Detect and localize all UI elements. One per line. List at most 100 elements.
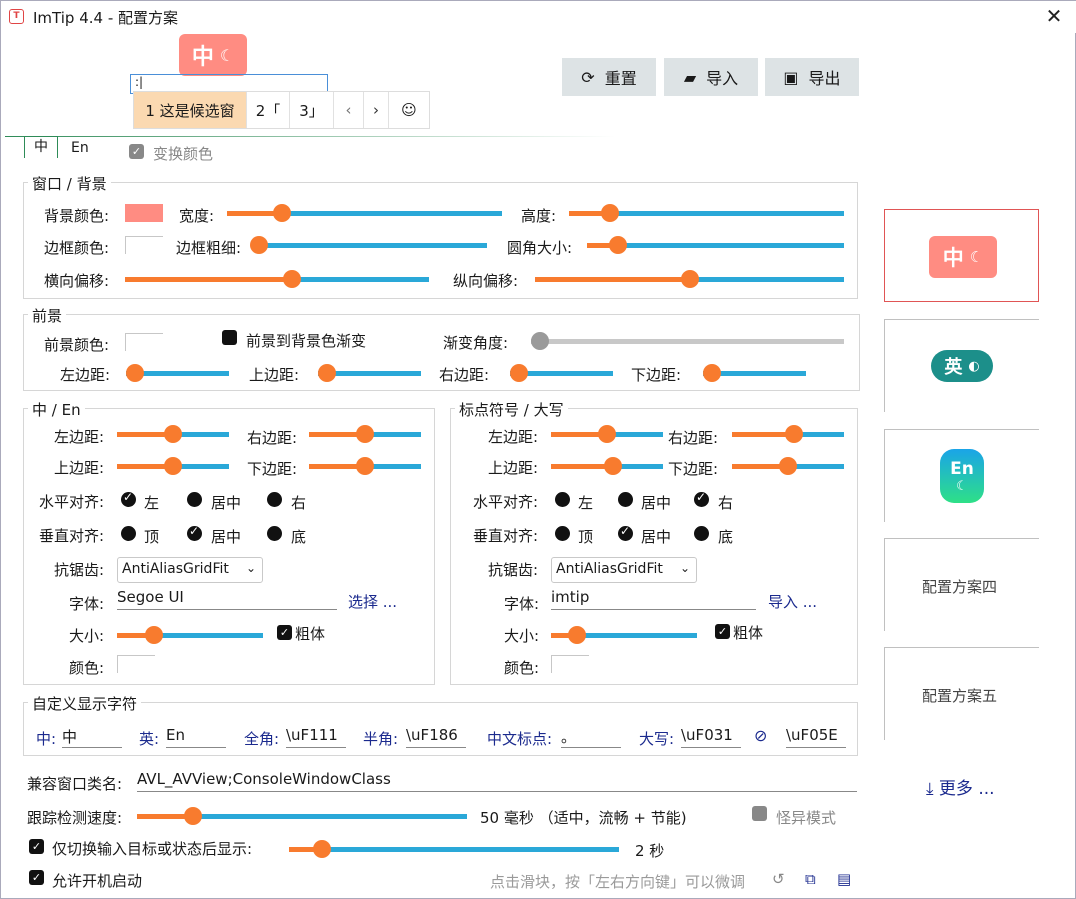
h-offset-label: 横向偏移: (44, 272, 110, 290)
p-aa-select[interactable]: AntiAliasGridFit ⌄ (551, 557, 697, 583)
undo-icon[interactable]: ↺ (772, 870, 785, 888)
custom-caps-field[interactable]: \uF031 (681, 726, 741, 748)
p-font-import-link[interactable]: 导入 ... (768, 591, 817, 612)
cn-aa-value: AntiAliasGridFit (122, 561, 229, 577)
paste-icon[interactable]: ▤ (837, 870, 851, 888)
fg-top-slider[interactable] (318, 363, 421, 383)
cn-size-slider[interactable] (117, 625, 263, 645)
import-button[interactable]: ▰ 导入 (664, 58, 758, 96)
cn-valign-center-radio[interactable] (187, 524, 202, 541)
v-offset-slider[interactable] (535, 269, 844, 289)
custom-en-field[interactable]: En (166, 726, 226, 748)
weird-mode-checkbox[interactable] (752, 806, 767, 821)
moon-icon: ☾ (969, 248, 984, 266)
p-bottom-label: 下边距: (668, 460, 719, 478)
cn-font-choose-link[interactable]: 选择 ... (348, 591, 397, 612)
p-valign-top-radio[interactable] (555, 526, 570, 541)
p-halign-label: 水平对齐: (473, 493, 539, 511)
border-color-swatch[interactable] (125, 236, 163, 254)
height-label: 高度: (521, 207, 557, 225)
fg-color-swatch[interactable] (125, 333, 163, 351)
custom-legend: 自定义显示字符 (28, 693, 142, 714)
cn-right-slider[interactable] (309, 424, 421, 444)
tab-cn[interactable]: 中 (24, 136, 58, 158)
p-halign-right-radio[interactable] (694, 490, 709, 507)
height-slider[interactable] (569, 203, 844, 223)
export-button[interactable]: ▣ 导出 (765, 58, 859, 96)
copy-icon[interactable]: ⧉ (805, 870, 816, 888)
cn-valign-label: 垂直对齐: (39, 527, 105, 545)
border-thickness-label: 边框粗细: (176, 239, 242, 257)
tab-en[interactable]: En (71, 140, 89, 156)
next-page-icon[interactable]: › (364, 92, 389, 128)
p-top-slider[interactable] (551, 456, 663, 476)
compat-field[interactable]: AVL_AVView;ConsoleWindowClass (137, 770, 857, 792)
custom-cnp-field[interactable]: 。 (561, 726, 621, 748)
p-valign-center-radio[interactable] (618, 524, 633, 541)
custom-full-field[interactable]: \uF111 (286, 726, 346, 748)
p-size-slider[interactable] (551, 625, 697, 645)
cn-left-slider[interactable] (117, 424, 229, 444)
swap-color-checkbox[interactable]: ✓ (129, 144, 144, 159)
save-icon: ▣ (783, 67, 799, 87)
p-left-slider[interactable] (551, 424, 663, 444)
cn-top-slider[interactable] (117, 456, 229, 476)
p-font-field[interactable]: imtip (551, 588, 756, 610)
cn-halign-right-radio[interactable] (267, 492, 282, 507)
candidate-2[interactable]: 2「 (247, 92, 290, 128)
border-thickness-slider[interactable] (250, 235, 487, 255)
width-slider[interactable] (227, 203, 502, 223)
cn-halign-left-radio[interactable] (121, 490, 136, 507)
emoji-icon[interactable]: ☺ (389, 92, 429, 128)
close-icon[interactable]: ✕ (1041, 3, 1067, 29)
scheme-3[interactable]: En ☾ (884, 429, 1039, 522)
custom-half-field[interactable]: \uF186 (406, 726, 466, 748)
speed-slider[interactable] (137, 806, 467, 826)
export-label: 导出 (808, 69, 841, 88)
reset-button[interactable]: ⟳ 重置 (562, 58, 656, 96)
cn-aa-select[interactable]: AntiAliasGridFit ⌄ (117, 557, 263, 583)
candidate-3[interactable]: 3」 (290, 92, 334, 128)
cn-bold-checkbox[interactable]: ✓ (277, 625, 292, 640)
preview-badge-cn: 中 ☾ (179, 34, 247, 76)
p-color-swatch[interactable] (551, 655, 589, 673)
scheme-5[interactable]: 配置方案五 (884, 647, 1039, 740)
p-halign-left-radio[interactable] (555, 492, 570, 507)
cn-left-label: 左边距: (54, 428, 105, 446)
prev-page-icon[interactable]: ‹ (334, 92, 364, 128)
cn-color-swatch[interactable] (117, 655, 155, 673)
gradient-checkbox[interactable] (222, 330, 237, 345)
h-offset-slider[interactable] (125, 269, 429, 289)
scheme-4[interactable]: 配置方案四 (884, 538, 1039, 631)
p-bottom-slider[interactable] (732, 456, 844, 476)
moon-icon: ☾ (956, 478, 968, 494)
gradient-angle-slider[interactable] (531, 331, 844, 351)
more-schemes-link[interactable]: ⤓ 更多 ... (926, 774, 995, 799)
p-halign-center-radio[interactable] (618, 492, 633, 507)
fg-right-slider[interactable] (510, 363, 613, 383)
scheme-2-badge-text: 英 (944, 357, 963, 378)
cn-halign-center-radio[interactable] (187, 492, 202, 507)
scheme-1[interactable]: 中 ☾ (884, 209, 1039, 302)
bg-color-swatch[interactable] (125, 204, 163, 222)
cn-valign-bottom-radio[interactable] (267, 526, 282, 541)
cn-halign-center-label: 居中 (211, 494, 242, 512)
gradient-angle-label: 渐变角度: (443, 334, 509, 352)
autostart-checkbox[interactable]: ✓ (29, 870, 44, 885)
only-switch-checkbox[interactable]: ✓ (29, 839, 44, 854)
p-bold-checkbox[interactable]: ✓ (715, 624, 730, 639)
bg-color-label: 背景颜色: (44, 207, 110, 225)
fg-left-slider[interactable] (126, 363, 229, 383)
cn-valign-top-radio[interactable] (121, 526, 136, 541)
cn-font-field[interactable]: Segoe UI (117, 588, 337, 610)
only-switch-slider[interactable] (289, 839, 619, 859)
corner-radius-slider[interactable] (587, 235, 844, 255)
cn-bottom-slider[interactable] (309, 456, 421, 476)
fg-bottom-slider[interactable] (703, 363, 806, 383)
candidate-1[interactable]: 1 这是候选窗 (134, 92, 247, 128)
p-right-slider[interactable] (732, 424, 844, 444)
custom-cn-field[interactable]: 中 (62, 726, 122, 748)
scheme-2[interactable]: 英 ◐ (884, 319, 1039, 412)
p-valign-bottom-radio[interactable] (694, 526, 709, 541)
custom-none-field[interactable]: \uF05E (786, 726, 846, 748)
